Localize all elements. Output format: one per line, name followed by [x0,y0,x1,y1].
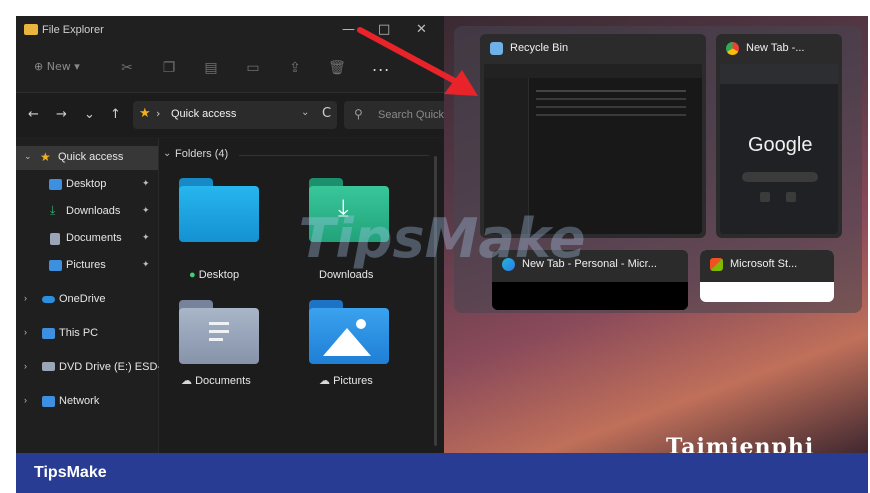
footer-bar: TipsMake [16,453,868,493]
screenshot-frame: File Explorer — □ ✕ ⊕ New ▾ ✂ ❐ ▤ ▭ ⇪ 🗑 … [16,16,868,453]
footer-brand: TipsMake [34,464,107,481]
red-arrow-annotation [357,27,478,96]
